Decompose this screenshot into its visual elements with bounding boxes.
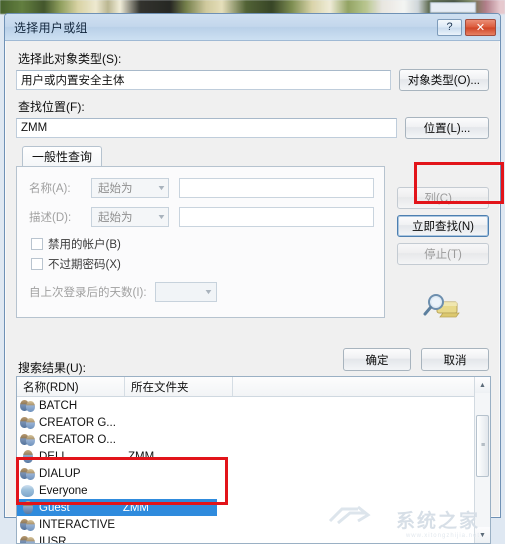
title-bar: 选择用户或组 ? ✕ [5,14,500,41]
column-header-blank[interactable] [233,377,490,396]
row-name: DIALUP [36,468,128,480]
stop-button[interactable]: 停止(T) [397,243,489,265]
tab-strip: 一般性查询 [16,146,489,166]
object-type-label: 选择此对象类型(S): [18,50,489,67]
group-icon [20,415,36,430]
days-since-logon-select[interactable]: ▼ [155,282,217,302]
find-now-button[interactable]: 立即查找(N) [397,215,489,237]
everyone-icon [20,483,36,498]
disabled-accounts-checkbox[interactable] [31,238,43,250]
table-row[interactable]: IUSR [17,533,490,544]
row-name: CREATOR O... [36,434,128,446]
name-query-input[interactable] [179,178,374,198]
search-results-listview[interactable]: 名称(RDN) 所在文件夹 BATCH CREATOR G... CREATOR O… [16,376,491,544]
description-query-label: 描述(D): [29,209,91,225]
select-users-or-groups-dialog: 选择用户或组 ? ✕ 选择此对象类型(S): 用户或内置安全主体 对象类型(O)… [4,13,501,518]
object-types-button[interactable]: 对象类型(O)... [399,69,489,91]
table-row[interactable]: CREATOR G... [17,414,490,431]
non-expiring-password-checkbox-row[interactable]: 不过期密码(X) [31,256,374,272]
close-icon[interactable]: ✕ [465,19,496,36]
row-name: INTERACTIVE [36,519,128,531]
cancel-button[interactable]: 取消 [421,348,489,371]
listview-rows: BATCHCREATOR G...CREATOR O...DELLZMMDIAL… [17,397,490,544]
chevron-down-icon: ▼ [157,214,167,221]
non-expiring-password-label: 不过期密码(X) [48,256,121,272]
search-results-label: 搜索结果(U): [18,359,86,376]
row-name: Guest [36,502,123,514]
row-name: BATCH [36,400,128,412]
columns-button[interactable]: 列(C)... [397,187,489,209]
window-title: 选择用户或组 [14,19,434,36]
thumb-grip-icon: ≡ [481,442,484,450]
disabled-accounts-label: 禁用的帐户(B) [48,236,121,252]
row-name: DELL [36,451,128,463]
row-name: IUSR [36,536,128,544]
object-type-value[interactable]: 用户或内置安全主体 [16,70,391,90]
name-query-row: 名称(A): 起始为 ▼ [29,178,374,198]
table-row[interactable]: INTERACTIVE [17,516,490,533]
locations-button[interactable]: 位置(L)... [405,117,489,139]
row-folder: ZMM [128,451,228,463]
search-key-icon [423,293,463,326]
description-query-row: 描述(D): 起始为 ▼ [29,207,374,227]
listview-header: 名称(RDN) 所在文件夹 [17,377,490,397]
description-operator-select[interactable]: 起始为 ▼ [91,207,169,227]
name-query-label: 名称(A): [29,180,91,196]
common-queries-panel: 名称(A): 起始为 ▼ 描述(D): 起始为 ▼ 禁用的帐户(B) [16,166,385,318]
user-icon [20,500,36,515]
non-expiring-password-checkbox[interactable] [31,258,43,270]
name-operator-value: 起始为 [98,180,133,196]
scroll-up-icon[interactable]: ▲ [475,377,490,393]
location-label: 查找位置(F): [18,98,489,115]
query-side-buttons: 列(C)... 立即查找(N) 停止(T) [397,187,489,326]
location-value[interactable]: ZMM [16,118,397,138]
scroll-down-icon[interactable]: ▼ [475,527,490,543]
group-icon [20,398,36,413]
user-icon [20,449,36,464]
table-row[interactable]: BATCH [17,397,490,414]
days-since-logon-label: 自上次登录后的天数(I): [29,284,147,300]
description-operator-value: 起始为 [98,209,133,225]
row-name: CREATOR G... [36,417,128,429]
table-row[interactable]: CREATOR O... [17,431,490,448]
location-row: ZMM 位置(L)... [16,117,489,139]
row-folder: ZMM [123,502,217,514]
listview-scrollbar[interactable]: ▲ ≡ ▼ [474,377,490,543]
chevron-down-icon: ▼ [157,185,167,192]
group-icon [20,466,36,481]
name-operator-select[interactable]: 起始为 ▼ [91,178,169,198]
table-row[interactable]: DIALUP [17,465,490,482]
scrollbar-thumb[interactable]: ≡ [476,415,489,477]
row-name: Everyone [36,485,128,497]
column-header-folder[interactable]: 所在文件夹 [125,377,233,396]
days-since-logon-row: 自上次登录后的天数(I): ▼ [29,282,374,302]
dialog-buttons: 确定 取消 [343,348,489,371]
dialog-body: 选择此对象类型(S): 用户或内置安全主体 对象类型(O)... 查找位置(F)… [5,41,500,318]
tab-common-queries[interactable]: 一般性查询 [22,146,102,166]
table-row[interactable]: GuestZMM [17,499,217,516]
ok-button[interactable]: 确定 [343,348,411,371]
description-query-input[interactable] [179,207,374,227]
object-type-row: 用户或内置安全主体 对象类型(O)... [16,69,489,91]
group-icon [20,517,36,532]
group-icon [20,432,36,447]
column-header-name[interactable]: 名称(RDN) [17,377,125,396]
disabled-accounts-checkbox-row[interactable]: 禁用的帐户(B) [31,236,374,252]
group-icon [20,534,36,544]
help-icon[interactable]: ? [437,19,462,36]
table-row[interactable]: DELLZMM [17,448,490,465]
chevron-down-icon: ▼ [203,289,213,296]
desktop-background-strip [0,0,505,14]
table-row[interactable]: Everyone [17,482,490,499]
